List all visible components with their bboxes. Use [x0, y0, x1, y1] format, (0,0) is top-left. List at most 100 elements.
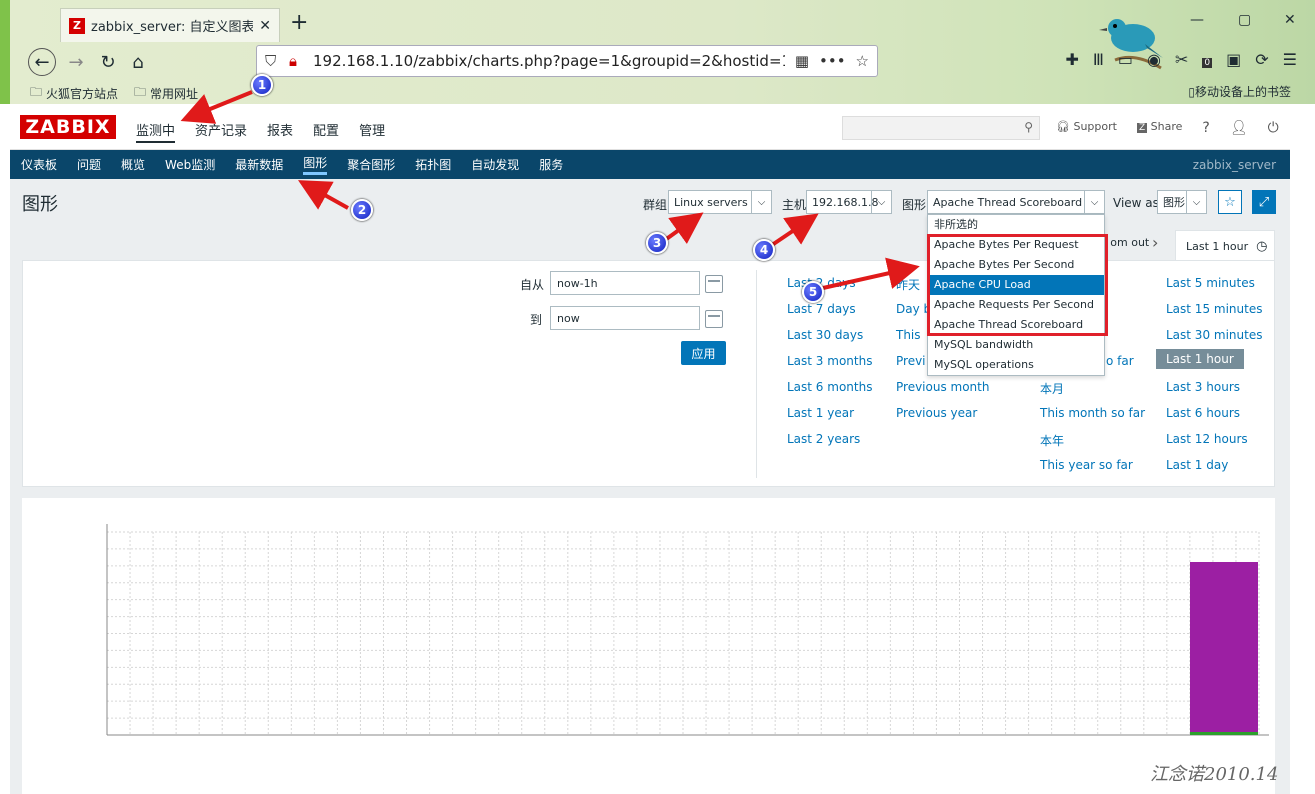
graph-select[interactable]: Apache Thread Scoreboard ⌵: [927, 190, 1105, 214]
support-link[interactable]: 🎧︎ Support: [1056, 120, 1117, 136]
dropdown-option[interactable]: MySQL operations: [928, 355, 1104, 375]
to-input[interactable]: now: [550, 306, 700, 330]
submenu-screens[interactable]: 聚合图形: [347, 156, 395, 173]
quick-range[interactable]: Last 3 hours: [1166, 380, 1240, 394]
quick-range[interactable]: Last 3 months: [787, 354, 872, 368]
menu-inventory[interactable]: 资产记录: [195, 120, 247, 143]
bookmark-folder-firefox[interactable]: 🗀 火狐官方站点: [30, 83, 118, 104]
quick-range[interactable]: 昨天: [896, 276, 920, 293]
sidebar-icon[interactable]: ▭: [1118, 50, 1133, 69]
search-icon[interactable]: ⚲: [1024, 120, 1033, 134]
quick-range[interactable]: Previous month: [896, 380, 989, 394]
new-tab-icon[interactable]: +: [290, 10, 308, 35]
bar-base-mark: [1190, 732, 1258, 735]
bookmarks-bar: 🗀 火狐官方站点 🗀 常用网址: [30, 83, 198, 104]
addon-badge-icon[interactable]: 0: [1202, 50, 1213, 69]
menu-reports[interactable]: 报表: [267, 120, 293, 143]
screenshot-icon[interactable]: ✂: [1175, 50, 1188, 69]
menu-administration[interactable]: 管理: [359, 120, 385, 143]
quick-range[interactable]: This year so far: [1040, 458, 1133, 472]
quick-range[interactable]: Last 5 minutes: [1166, 276, 1255, 290]
submenu-dashboard[interactable]: 仪表板: [21, 156, 57, 173]
bookmark-folder-common[interactable]: 🗀 常用网址: [134, 83, 198, 104]
quick-range[interactable]: Last 1 day: [1166, 458, 1228, 472]
dropdown-option[interactable]: MySQL bandwidth: [928, 335, 1104, 355]
browser-tab[interactable]: Z zabbix_server: 自定义图表 [每 ✕: [60, 8, 280, 42]
address-bar[interactable]: ⛉ 🔒︎ 192.168.1.10/zabbix/charts.php?page…: [256, 45, 878, 77]
submenu-latest-data[interactable]: 最新数据: [235, 156, 283, 173]
fullscreen-button[interactable]: ⤢: [1252, 190, 1276, 214]
insecure-lock-icon[interactable]: 🔒︎: [289, 52, 305, 70]
help-link[interactable]: ?: [1202, 120, 1209, 136]
quick-range[interactable]: Last 2 years: [787, 432, 860, 446]
calendar-icon[interactable]: [705, 310, 723, 328]
close-tab-icon[interactable]: ✕: [259, 18, 271, 34]
dropdown-option[interactable]: 非所选的: [928, 215, 1104, 235]
quick-range[interactable]: Previous year: [896, 406, 977, 420]
logout-icon[interactable]: ⏻: [1268, 120, 1279, 136]
calendar-icon[interactable]: [705, 275, 723, 293]
graph-chart: [106, 524, 1269, 736]
time-filter-tab[interactable]: Last 1 hour ◷: [1175, 230, 1275, 261]
favorite-star-button[interactable]: ☆: [1218, 190, 1242, 214]
submenu-services[interactable]: 服务: [539, 156, 563, 173]
submenu-discovery[interactable]: 自动发现: [471, 156, 519, 173]
account-icon[interactable]: ◉: [1147, 50, 1161, 69]
quick-range-selected[interactable]: Last 1 hour: [1156, 349, 1244, 369]
quick-range[interactable]: Last 7 days: [787, 302, 856, 316]
container-icon[interactable]: ▣: [1226, 50, 1241, 69]
submenu-graphs[interactable]: 图形: [303, 154, 328, 175]
quick-range[interactable]: Last 6 hours: [1166, 406, 1240, 420]
shield-icon[interactable]: ⛉: [265, 52, 281, 70]
qr-code-icon[interactable]: ▦: [795, 52, 809, 70]
submenu-overview[interactable]: 概览: [121, 156, 145, 173]
back-button[interactable]: ←: [28, 48, 56, 76]
folder-icon: 🗀: [134, 85, 147, 99]
global-search-input[interactable]: ⚲: [842, 116, 1040, 140]
menu-icon[interactable]: ☰: [1283, 50, 1297, 69]
sync-icon[interactable]: ⟳: [1255, 50, 1268, 69]
host-label: 主机: [782, 198, 807, 212]
quick-range[interactable]: Previ: [896, 354, 926, 368]
zabbix-logo[interactable]: ZABBIX: [20, 115, 116, 139]
quick-range[interactable]: This: [896, 328, 921, 342]
quick-range[interactable]: 本月: [1040, 380, 1064, 397]
quick-range[interactable]: Last 1 year: [787, 406, 854, 420]
extensions-icon[interactable]: ✚: [1065, 50, 1078, 69]
quick-range[interactable]: Day b: [896, 302, 931, 316]
forward-button[interactable]: →: [62, 48, 90, 76]
quick-range[interactable]: Last 15 minutes: [1166, 302, 1262, 316]
minimize-icon[interactable]: —: [1190, 12, 1204, 28]
apply-button[interactable]: 应用: [681, 341, 726, 365]
share-link[interactable]: Z Share: [1136, 120, 1182, 136]
watermark: 江念诺2010.14: [1150, 764, 1279, 785]
more-actions-icon[interactable]: •••: [819, 52, 846, 70]
quick-range[interactable]: o far: [1106, 354, 1134, 368]
menu-configuration[interactable]: 配置: [313, 120, 339, 143]
home-button[interactable]: ⌂: [124, 48, 152, 76]
submenu-web[interactable]: Web监测: [165, 156, 215, 173]
bar-mark: [1190, 562, 1258, 732]
chevron-right-icon[interactable]: ›: [1152, 233, 1158, 252]
group-select[interactable]: Linux servers ⌵: [668, 190, 772, 214]
menu-monitoring[interactable]: 监测中: [136, 120, 176, 143]
mobile-bookmarks[interactable]: ▯移动设备上的书签: [1188, 83, 1291, 100]
quick-range[interactable]: Last 12 hours: [1166, 432, 1248, 446]
from-input[interactable]: now-1h: [550, 271, 700, 295]
view-as-select[interactable]: 图形 ⌵: [1157, 190, 1207, 214]
user-profile-icon[interactable]: 👤︎: [1230, 120, 1248, 136]
host-select[interactable]: 192.168.1.8 ⌵: [806, 190, 892, 214]
quick-range[interactable]: Last 6 months: [787, 380, 872, 394]
quick-range[interactable]: Last 30 days: [787, 328, 863, 342]
submenu-problems[interactable]: 问题: [77, 156, 101, 173]
quick-range[interactable]: Last 30 minutes: [1166, 328, 1262, 342]
bookmark-star-icon[interactable]: ☆: [856, 52, 869, 70]
reload-button[interactable]: ↻: [94, 48, 122, 76]
maximize-icon[interactable]: ▢: [1238, 12, 1251, 28]
quick-range[interactable]: This month so far: [1040, 406, 1145, 420]
quick-range[interactable]: 本年: [1040, 432, 1064, 449]
close-window-icon[interactable]: ✕: [1284, 12, 1296, 28]
url-text[interactable]: 192.168.1.10/zabbix/charts.php?page=1&gr…: [313, 52, 785, 70]
library-icon[interactable]: Ⅲ: [1093, 50, 1104, 69]
submenu-maps[interactable]: 拓扑图: [415, 156, 451, 173]
